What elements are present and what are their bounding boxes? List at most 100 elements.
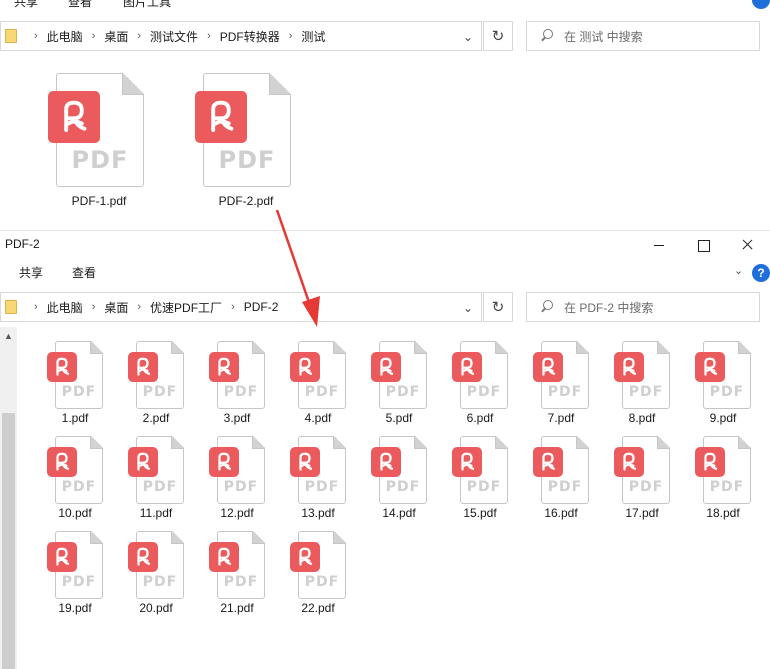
folder-icon	[5, 29, 17, 43]
file-item[interactable]: PDF 11.pdf	[128, 436, 204, 520]
pdf-file-icon: PDF	[452, 341, 508, 409]
file-item[interactable]: PDF 20.pdf	[128, 531, 204, 615]
pdf-icon-text: PDF	[304, 574, 340, 590]
back-crumb-this-pc[interactable]: 此电脑	[47, 28, 83, 45]
pdf-file-icon: PDF	[128, 531, 184, 599]
chevron-down-icon[interactable]: ⌄	[734, 264, 743, 277]
address-bar[interactable]: › 此电脑 › 桌面 › 优速PDF工厂 › PDF-2 ⌄	[0, 292, 482, 322]
file-item[interactable]: PDF 7.pdf	[533, 341, 609, 425]
search-placeholder: 在 PDF-2 中搜索	[564, 300, 654, 315]
file-name: 7.pdf	[547, 411, 575, 425]
file-item[interactable]: PDF 10.pdf	[47, 436, 123, 520]
back-search-input[interactable]: 在 测试 中搜索	[526, 21, 760, 51]
minimize-button[interactable]	[650, 235, 668, 253]
pdf-icon-text: PDF	[709, 384, 745, 400]
back-tab-picture-tools[interactable]: 图片工具	[123, 0, 171, 10]
pdf-file-icon: PDF	[209, 531, 265, 599]
file-item[interactable]: PDF 6.pdf	[452, 341, 528, 425]
back-ribbon: 共享 查看 图片工具	[0, 0, 770, 11]
file-item[interactable]: PDF 4.pdf	[290, 341, 366, 425]
chevron-right-icon: ›	[207, 30, 211, 42]
chevron-right-icon: ›	[137, 30, 142, 42]
file-item[interactable]: PDF 3.pdf	[209, 341, 285, 425]
chevron-down-icon[interactable]: ⌄	[463, 301, 473, 315]
back-crumb-test-files[interactable]: 测试文件	[150, 28, 198, 45]
file-item[interactable]: PDF 14.pdf	[371, 436, 447, 520]
close-button[interactable]	[738, 235, 756, 253]
pdf-icon-text: PDF	[142, 384, 178, 400]
file-item[interactable]: PDF 2.pdf	[128, 341, 204, 425]
file-item[interactable]: PDF PDF-1.pdf	[48, 73, 148, 213]
file-item[interactable]: PDF 15.pdf	[452, 436, 528, 520]
pdf-file-icon: PDF	[290, 531, 346, 599]
file-item[interactable]: PDF 16.pdf	[533, 436, 609, 520]
scroll-up-icon[interactable]: ▲	[4, 331, 13, 341]
file-item[interactable]: PDF 21.pdf	[209, 531, 285, 615]
window-title: PDF-2	[5, 237, 40, 251]
file-name: 3.pdf	[223, 411, 251, 425]
file-item[interactable]: PDF 13.pdf	[290, 436, 366, 520]
pdf-file-icon: PDF	[695, 341, 751, 409]
file-name: 14.pdf	[382, 506, 416, 520]
back-search-placeholder: 在 测试 中搜索	[564, 29, 643, 44]
file-item[interactable]: PDF 22.pdf	[290, 531, 366, 615]
file-item[interactable]: PDF 17.pdf	[614, 436, 690, 520]
pdf-icon-text: PDF	[547, 384, 583, 400]
file-name: 11.pdf	[139, 506, 173, 520]
back-crumb-desktop[interactable]: 桌面	[104, 28, 128, 45]
chevron-right-icon: ›	[91, 30, 96, 42]
search-icon	[539, 299, 555, 315]
back-tab-view[interactable]: 查看	[68, 0, 92, 10]
file-name: 19.pdf	[58, 601, 92, 615]
pdf-icon-text: PDF	[628, 384, 664, 400]
file-name: PDF-2.pdf	[218, 194, 274, 208]
file-item[interactable]: PDF 12.pdf	[209, 436, 285, 520]
file-item[interactable]: PDF 9.pdf	[695, 341, 770, 425]
maximize-button[interactable]	[694, 235, 712, 253]
refresh-icon: ↻	[491, 299, 505, 316]
crumb-pdf-2[interactable]: PDF-2	[244, 300, 279, 314]
file-item[interactable]: PDF 5.pdf	[371, 341, 447, 425]
file-item[interactable]: PDF PDF-2.pdf	[195, 73, 295, 213]
file-item[interactable]: PDF 18.pdf	[695, 436, 770, 520]
chevron-right-icon: ›	[91, 301, 96, 313]
file-name: 12.pdf	[220, 506, 254, 520]
pdf-file-icon: PDF	[533, 341, 589, 409]
chevron-right-icon: ›	[288, 30, 293, 42]
back-address-bar[interactable]: › 此电脑 › 桌面 › 测试文件 › PDF转换器 › 测试 ⌄	[0, 21, 482, 51]
file-item[interactable]: PDF 8.pdf	[614, 341, 690, 425]
help-icon[interactable]: ?	[752, 264, 770, 282]
pdf-icon-text: PDF	[628, 479, 664, 495]
file-name: PDF-1.pdf	[71, 194, 127, 208]
pdf-file-icon: PDF	[371, 341, 427, 409]
pdf-icon-text: PDF	[466, 384, 502, 400]
scroll-thumb[interactable]	[2, 413, 15, 669]
pdf-icon-text: PDF	[466, 479, 502, 495]
file-name: 20.pdf	[139, 601, 173, 615]
chevron-down-icon[interactable]: ⌄	[463, 30, 473, 44]
pdf-icon-text: PDF	[385, 479, 421, 495]
crumb-this-pc[interactable]: 此电脑	[47, 299, 83, 316]
pdf-file-icon: PDF	[209, 341, 265, 409]
back-crumb-pdf-converter[interactable]: PDF转换器	[220, 28, 280, 45]
crumb-pdf-factory[interactable]: 优速PDF工厂	[150, 299, 222, 316]
pdf-icon-text: PDF	[304, 384, 340, 400]
search-input[interactable]: 在 PDF-2 中搜索	[526, 292, 760, 322]
file-item[interactable]: PDF 19.pdf	[47, 531, 123, 615]
vertical-scrollbar[interactable]: ▲	[0, 327, 17, 669]
file-item[interactable]: PDF 1.pdf	[47, 341, 123, 425]
search-icon	[539, 28, 555, 44]
back-refresh-button[interactable]: ↻	[483, 21, 513, 51]
file-name: 2.pdf	[142, 411, 170, 425]
file-name: 22.pdf	[301, 601, 335, 615]
refresh-button[interactable]: ↻	[483, 292, 513, 322]
tab-share[interactable]: 共享	[19, 264, 43, 281]
crumb-desktop[interactable]: 桌面	[104, 299, 128, 316]
tab-view[interactable]: 查看	[72, 264, 96, 281]
refresh-icon: ↻	[491, 28, 505, 45]
file-name: 18.pdf	[706, 506, 740, 520]
file-name: 21.pdf	[220, 601, 254, 615]
back-crumb-test[interactable]: 测试	[301, 28, 325, 45]
back-tab-share[interactable]: 共享	[14, 0, 38, 10]
pdf-icon-text: PDF	[61, 574, 97, 590]
